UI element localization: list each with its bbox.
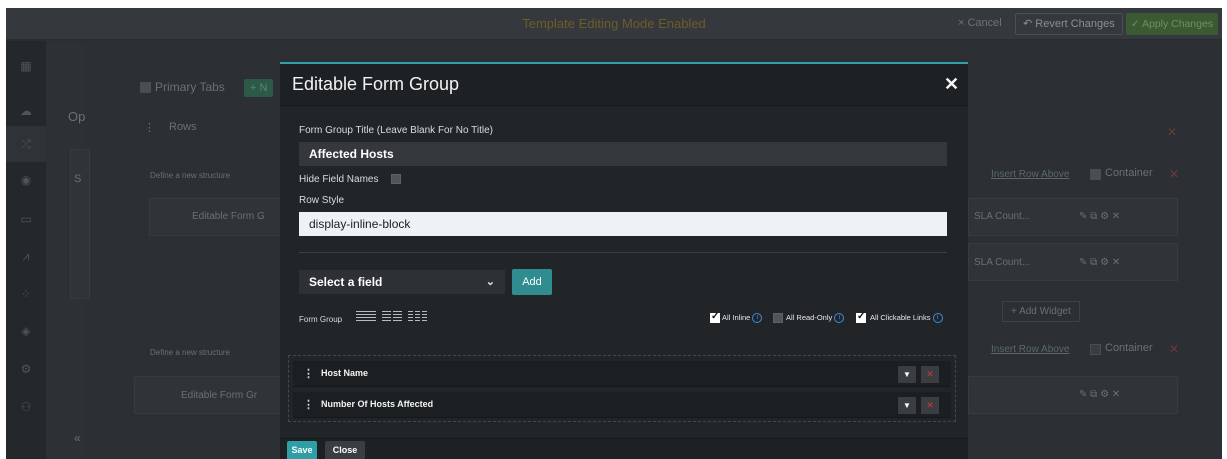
rows-label: Rows <box>169 121 197 133</box>
all-read-only-option: All Read-Only i <box>786 313 845 324</box>
widget-actions-1[interactable]: ✎ ⧉ ⚙ ✕ <box>1079 211 1120 222</box>
all-clickable-links-label: All Clickable Links <box>870 313 931 322</box>
list-item[interactable]: ⋮ Number Of Hosts Affected ▼ ✕ <box>293 392 951 418</box>
list-item[interactable]: ⋮ Host Name ▼ ✕ <box>293 361 951 387</box>
container-label-2: Container <box>1105 342 1153 354</box>
row-style-input[interactable]: display-inline-block <box>299 212 947 236</box>
delete-icon[interactable]: ✕ <box>921 366 939 383</box>
hide-field-names-checkbox[interactable] <box>391 174 401 184</box>
container-label-1: Container <box>1105 167 1153 179</box>
container-checkbox-2[interactable] <box>1090 344 1101 355</box>
layout-two-column-icon[interactable] <box>382 311 402 323</box>
all-inline-label: All Inline <box>722 313 751 322</box>
select-field-value: Select a field <box>309 275 383 289</box>
widget-actions-2[interactable]: ✎ ⧉ ⚙ ✕ <box>1079 257 1120 268</box>
remove-container-icon-1[interactable]: ✕ <box>1169 167 1179 181</box>
briefcase-icon[interactable]: ▭ <box>18 211 34 227</box>
field-name: Host Name <box>321 368 369 378</box>
primary-tabs-label: Primary Tabs <box>155 80 225 94</box>
top-bar: Template Editing Mode Enabled × Cancel ↶… <box>6 8 1222 40</box>
container-checkbox-1[interactable] <box>1090 169 1101 180</box>
form-group-label: Form Group <box>299 315 343 324</box>
add-widget-button[interactable]: + Add Widget <box>1002 301 1080 322</box>
shuffle-icon[interactable]: ⤮ <box>18 136 34 152</box>
modal-title: Editable Form Group <box>292 74 460 94</box>
editable-form-group-modal: Editable Form Group ✕ Form Group Title (… <box>280 62 968 459</box>
all-inline-option: All Inline i <box>722 313 763 324</box>
info-icon[interactable]: i <box>752 313 763 324</box>
select-field-dropdown[interactable]: Select a field ⌄ <box>299 270 505 294</box>
modal-header: Editable Form Group ✕ <box>280 64 968 106</box>
users-icon[interactable]: ⚇ <box>18 399 34 415</box>
drag-handle-icon[interactable]: ⋮ <box>144 121 155 134</box>
form-group-title-label: Form Group Title (Leave Blank For No Tit… <box>299 125 493 136</box>
remove-container-icon-2[interactable]: ✕ <box>1169 342 1179 356</box>
widget-row-3 <box>968 376 1178 414</box>
revert-changes-button[interactable]: ↶ Revert Changes <box>1015 13 1123 35</box>
icon-sidebar: ▦ ☁ ⤮ ◉ ▭ ⩘ ⁘ ◈ ⚙ ⚇ <box>6 41 46 459</box>
modal-footer: Save Close <box>280 438 968 459</box>
hide-field-names-label: Hide Field Names <box>299 174 379 185</box>
divider <box>299 252 947 253</box>
info-icon[interactable]: i <box>834 313 845 324</box>
delete-icon[interactable]: ✕ <box>921 397 939 414</box>
app-frame: Template Editing Mode Enabled × Cancel ↶… <box>6 8 1222 459</box>
compass-icon[interactable]: ◉ <box>18 172 34 188</box>
define-structure-label-1: Define a new structure <box>150 171 231 180</box>
primary-tabs-checkbox[interactable] <box>140 82 151 93</box>
close-button[interactable]: Close <box>325 441 365 459</box>
editable-form-label-2: Editable Form Gr <box>181 390 258 401</box>
field-name: Number Of Hosts Affected <box>321 399 434 409</box>
save-button[interactable]: Save <box>287 441 317 459</box>
dashboard-icon[interactable]: ▦ <box>18 58 34 74</box>
chart-icon[interactable]: ⩘ <box>18 248 34 264</box>
add-field-button[interactable]: Add <box>512 269 552 295</box>
insert-row-above-link-2[interactable]: Insert Row Above <box>991 344 1069 355</box>
define-structure-label-2: Define a new structure <box>150 348 231 357</box>
cancel-button[interactable]: × Cancel <box>958 17 1002 29</box>
insert-row-above-link-1[interactable]: Insert Row Above <box>991 169 1069 180</box>
apply-changes-button[interactable]: ✓ Apply Changes <box>1126 13 1218 35</box>
caret-down-icon[interactable]: ▼ <box>898 397 916 414</box>
widget-actions-3[interactable]: ✎ ⧉ ⚙ ✕ <box>1079 389 1120 400</box>
sla-count-label-2: SLA Count... <box>974 257 1031 268</box>
all-read-only-checkbox[interactable] <box>773 313 783 323</box>
options-label: Op <box>68 109 86 124</box>
cloud-icon[interactable]: ☁ <box>18 103 34 119</box>
form-group-fields-box: ⋮ Host Name ▼ ✕ ⋮ Number Of Hosts Affect… <box>288 355 956 422</box>
chevron-down-icon: ⌄ <box>485 276 495 288</box>
drag-handle-icon[interactable]: ⋮ <box>303 398 314 411</box>
sla-count-label-1: SLA Count... <box>974 211 1031 222</box>
shield-icon[interactable]: ◈ <box>18 323 34 339</box>
collapse-icon[interactable]: « <box>74 431 81 445</box>
all-clickable-links-checkbox[interactable] <box>856 311 866 323</box>
layout-three-column-icon[interactable] <box>408 311 427 323</box>
form-group-title-input[interactable]: Affected Hosts <box>299 142 947 166</box>
row-style-label: Row Style <box>299 195 345 206</box>
new-tab-button[interactable]: + N <box>244 79 274 97</box>
remove-icon[interactable]: ✕ <box>1167 125 1177 139</box>
all-read-only-label: All Read-Only <box>786 313 833 322</box>
section-s-label: S <box>74 173 82 185</box>
info-icon[interactable]: i <box>932 313 943 324</box>
settings-icon[interactable]: ⚙ <box>18 361 34 377</box>
caret-down-icon[interactable]: ▼ <box>898 366 916 383</box>
apps-icon[interactable]: ⁘ <box>18 286 34 302</box>
all-clickable-links-option: All Clickable Links i <box>870 313 943 324</box>
editable-form-label-1: Editable Form G <box>192 211 265 222</box>
drag-handle-icon[interactable]: ⋮ <box>303 367 314 380</box>
left-panel-strip <box>70 149 90 299</box>
all-inline-checkbox[interactable] <box>710 311 720 323</box>
layout-one-column-icon[interactable] <box>356 311 376 323</box>
close-icon[interactable]: ✕ <box>944 74 959 95</box>
